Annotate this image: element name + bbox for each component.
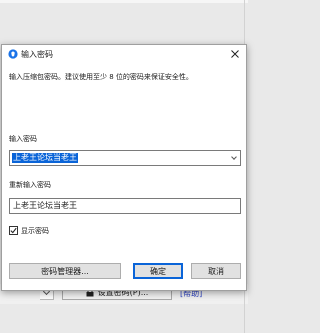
password-manager-button[interactable]: 密码管理器... [9, 263, 121, 279]
cancel-button[interactable]: 取消 [191, 263, 241, 279]
password-dropdown-button[interactable] [227, 151, 240, 165]
title-bar[interactable]: 输入密码 [2, 45, 246, 63]
reenter-password-label: 重新输入密码 [9, 181, 51, 189]
show-password-toggle[interactable]: 显示密码 [9, 225, 49, 236]
password-label: 输入密码 [9, 135, 37, 143]
enter-password-dialog: 输入密码 输入压缩包密码。建议使用至少 8 位的密码来保证安全性。 输入密码 上… [1, 44, 247, 291]
dialog-title: 输入密码 [21, 50, 53, 59]
password-input[interactable]: 上老王论坛当老王 [12, 153, 78, 163]
show-password-checkbox[interactable] [9, 226, 18, 235]
close-button[interactable] [227, 46, 243, 62]
close-icon [231, 50, 239, 58]
check-icon [10, 227, 17, 234]
reenter-password-value: 上老王论坛当老王 [13, 201, 77, 210]
reenter-password-input[interactable]: 上老王论坛当老王 [9, 198, 241, 214]
ok-button[interactable]: 确定 [133, 263, 183, 279]
app-icon [8, 49, 18, 59]
instruction-text: 输入压缩包密码。建议使用至少 8 位的密码来保证安全性。 [9, 73, 193, 81]
parent-window-edge [0, 0, 248, 3]
show-password-label: 显示密码 [21, 226, 49, 235]
password-combo[interactable]: 上老王论坛当老王 [9, 150, 241, 166]
chevron-down-icon [230, 154, 237, 160]
